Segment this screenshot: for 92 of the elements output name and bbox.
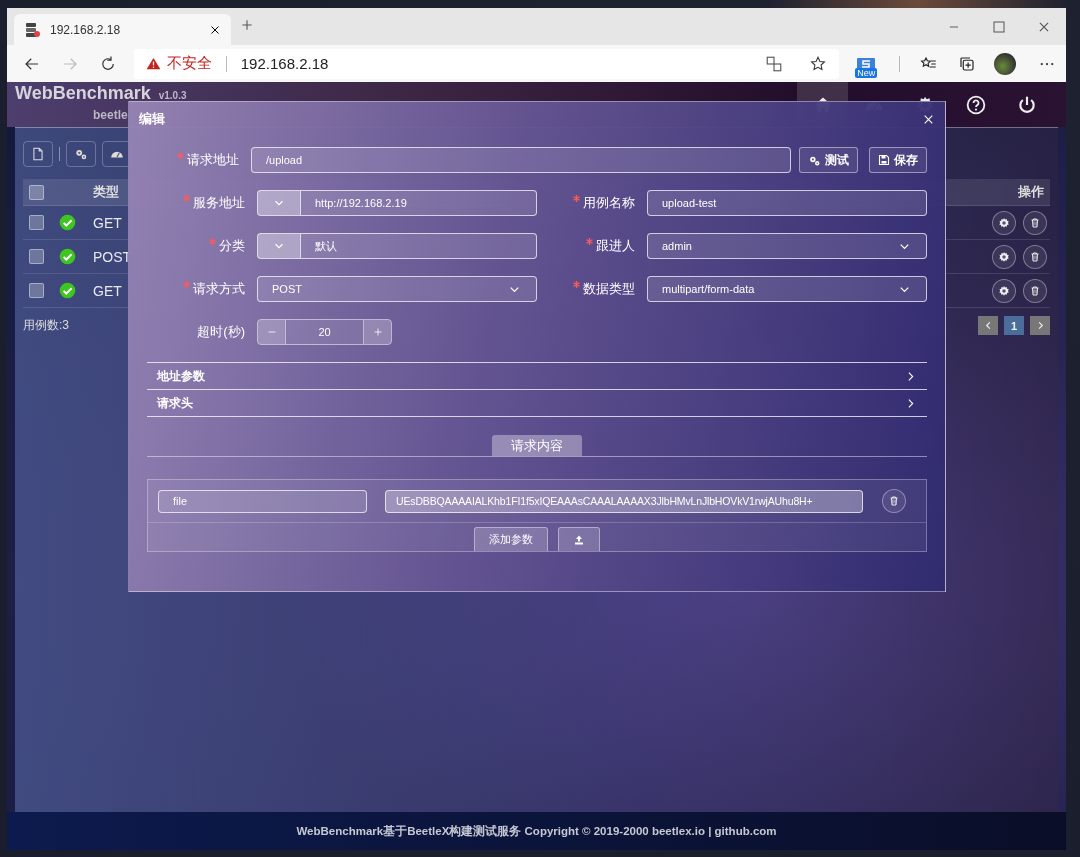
app-title: WebBenchmark — [15, 84, 151, 103]
close-icon[interactable] — [209, 23, 221, 36]
new-badge: New — [855, 67, 878, 78]
gears-button[interactable] — [66, 141, 96, 167]
required-icon — [183, 195, 190, 202]
url-text: 192.168.2.18 — [240, 55, 330, 72]
required-icon — [183, 281, 190, 288]
avatar-icon[interactable] — [994, 52, 1017, 75]
extension-icon[interactable] — [856, 56, 877, 71]
settings-icon — [998, 216, 1010, 229]
check-circle-icon — [59, 214, 76, 231]
trash-icon — [1029, 284, 1041, 297]
test-button[interactable]: 测试 — [799, 147, 858, 173]
gears-icon — [74, 147, 88, 161]
case-count: 用例数:3 — [23, 317, 69, 334]
field-label: 用例名称 — [549, 194, 635, 212]
address-bar[interactable]: 不安全 192.168.2.18 — [133, 48, 840, 79]
maximize-icon[interactable] — [992, 20, 1005, 33]
collections-icon[interactable] — [958, 54, 977, 73]
field-label: 数据类型 — [549, 280, 635, 298]
check-circle-icon — [59, 248, 76, 265]
page-button[interactable]: 1 — [1004, 316, 1024, 335]
column-header: 操作 — [1018, 183, 1045, 201]
param-name-field[interactable]: file — [158, 489, 367, 513]
favorite-icon[interactable] — [809, 54, 828, 73]
required-icon — [573, 281, 580, 288]
next-page-button[interactable] — [1030, 316, 1050, 335]
save-icon — [878, 154, 890, 166]
footer-text: WebBenchmark基于BeetleX构建测试服务 Copyright © 2019-2000 beetlex.io | github.com — [7, 812, 1066, 850]
settings-icon — [998, 284, 1010, 297]
field-label: 请求方式 — [147, 280, 245, 298]
param-value-field[interactable]: UEsDBBQAAAAIALKhb1FI1f5xIQEAAAsCAAALAAAAX3JlbHMvLnJlbHOVkV1rwjAUhu8H+ — [385, 489, 863, 513]
combo-field[interactable]: 默认 — [257, 233, 537, 259]
column-header: 类型 — [93, 183, 119, 201]
field-label: 分类 — [147, 237, 245, 255]
field-label: 服务地址 — [147, 194, 245, 212]
settings-button[interactable] — [992, 244, 1016, 269]
section-title: 地址参数 — [157, 367, 205, 385]
file-icon — [31, 147, 45, 161]
checkbox[interactable] — [29, 184, 44, 200]
trash-icon — [1029, 216, 1041, 229]
field-label: 超时(秒) — [196, 323, 245, 341]
upload-button[interactable] — [558, 527, 600, 551]
select-field[interactable]: admin — [647, 233, 927, 259]
required-icon — [586, 238, 593, 245]
new-file-button[interactable] — [23, 141, 53, 167]
method-cell: GET — [93, 214, 122, 231]
number-field[interactable]: 20 — [285, 320, 364, 344]
checkbox[interactable] — [29, 215, 44, 230]
settings-button[interactable] — [992, 278, 1016, 303]
delete-button[interactable] — [1023, 210, 1047, 235]
delete-button[interactable] — [1023, 244, 1047, 269]
security-label: 不安全 — [166, 54, 212, 73]
upload-icon — [573, 533, 585, 546]
url-field[interactable]: /upload — [251, 147, 791, 173]
favicon-icon — [24, 21, 40, 38]
method-cell: POST — [93, 248, 132, 265]
required-icon — [209, 238, 216, 245]
field-label: 请求地址 — [147, 151, 239, 169]
translate-icon[interactable] — [765, 54, 784, 73]
check-circle-icon — [59, 282, 76, 299]
settings-button[interactable] — [992, 210, 1016, 235]
settings-icon — [998, 250, 1010, 263]
prev-page-button[interactable] — [978, 316, 998, 335]
text-field[interactable]: upload-test — [647, 190, 927, 216]
delete-button[interactable] — [1023, 278, 1047, 303]
power-icon — [1016, 94, 1037, 115]
select-field[interactable]: multipart/form-data — [647, 276, 927, 302]
dialog-title: 编辑 — [139, 110, 165, 128]
collapsible-section[interactable]: 请求头 — [147, 390, 927, 417]
trash-icon — [1029, 250, 1041, 263]
add-param-button[interactable]: 添加参数 — [474, 527, 548, 551]
body-tab[interactable]: 请求内容 — [492, 435, 582, 456]
app-subtitle: beetle — [93, 108, 128, 122]
browser-tab[interactable]: 192.168.2.18 — [14, 14, 231, 45]
select-field[interactable]: POST — [257, 276, 537, 302]
combo-field[interactable]: http://192.168.2.19 — [257, 190, 537, 216]
delete-button[interactable] — [882, 489, 906, 513]
save-button[interactable]: 保存 — [869, 147, 927, 173]
collapsible-section[interactable]: 地址参数 — [147, 363, 927, 390]
trash-icon — [888, 495, 900, 507]
app-version: v1.0.3 — [158, 89, 187, 103]
section-title: 请求头 — [157, 394, 193, 412]
warning-icon — [145, 56, 161, 71]
method-cell: GET — [93, 282, 122, 299]
required-icon — [573, 195, 580, 202]
help-icon — [965, 94, 986, 115]
checkbox[interactable] — [29, 283, 44, 298]
checkbox[interactable] — [29, 249, 44, 264]
required-icon — [177, 152, 184, 159]
tab-title: 192.168.2.18 — [50, 22, 122, 37]
field-label: 跟进人 — [549, 237, 635, 255]
